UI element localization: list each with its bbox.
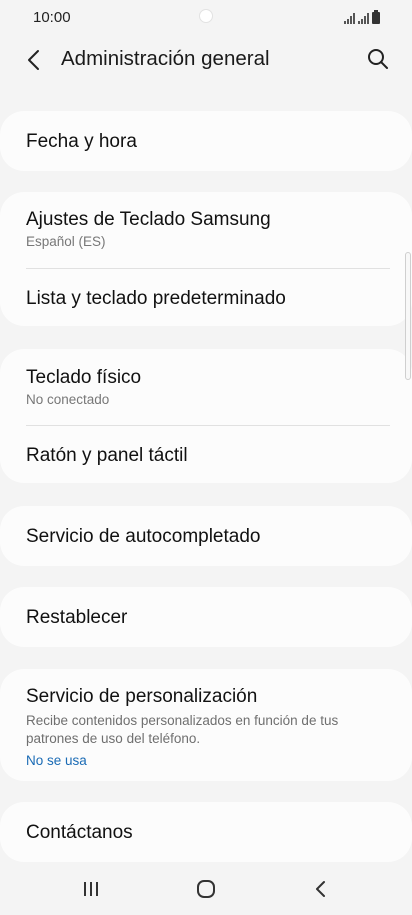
list-item-title: Restablecer xyxy=(26,607,128,628)
list-item-title: Ratón y panel táctil xyxy=(26,445,188,466)
camera-cutout xyxy=(199,9,213,23)
home-icon[interactable] xyxy=(192,875,220,903)
page-title: Administración general xyxy=(61,47,270,70)
list-item-subtitle: Español (ES) xyxy=(26,234,106,249)
scrollbar[interactable] xyxy=(405,252,411,380)
list-item-title: Lista y teclado predeterminado xyxy=(26,288,286,309)
recents-icon[interactable] xyxy=(77,875,105,903)
settings-screen: 10:00 Administración general Fecha y hor… xyxy=(0,0,412,915)
divider xyxy=(26,425,390,426)
list-item-status: No se usa xyxy=(26,753,87,768)
list-item-contactanos[interactable]: Contáctanos xyxy=(0,802,412,862)
list-item-title: Teclado físico xyxy=(26,367,142,388)
list-item-subtitle: No conectado xyxy=(26,392,110,407)
settings-group: Ajustes de Teclado Samsung Español (ES) … xyxy=(0,192,412,326)
back-icon[interactable] xyxy=(307,875,335,903)
signal-icon xyxy=(344,12,355,24)
list-item-teclado-samsung[interactable]: Ajustes de Teclado Samsung Español (ES) xyxy=(0,192,412,268)
chevron-left-icon[interactable] xyxy=(22,46,48,74)
status-icons xyxy=(344,10,380,24)
status-bar: 10:00 xyxy=(0,0,412,36)
list-item-title: Servicio de autocompletado xyxy=(26,526,261,547)
list-item-raton-panel-tactil[interactable]: Ratón y panel táctil xyxy=(0,425,412,483)
list-item-description: Recibe contenidos personalizados en func… xyxy=(26,713,339,746)
list-item-personalizacion[interactable]: Servicio de personalización Recibe conte… xyxy=(0,669,412,781)
status-time: 10:00 xyxy=(33,9,71,26)
app-bar: Administración general xyxy=(0,36,412,84)
settings-group: Restablecer xyxy=(0,587,412,647)
list-item-restablecer[interactable]: Restablecer xyxy=(0,587,412,647)
divider xyxy=(26,268,390,269)
list-item-teclado-predeterminado[interactable]: Lista y teclado predeterminado xyxy=(0,268,412,326)
settings-group: Fecha y hora xyxy=(0,111,412,171)
list-item-fecha-y-hora[interactable]: Fecha y hora xyxy=(0,111,412,171)
list-item-autocompletado[interactable]: Servicio de autocompletado xyxy=(0,506,412,566)
signal-icon xyxy=(358,12,369,24)
list-item-title: Servicio de personalización xyxy=(26,686,258,707)
list-item-title: Ajustes de Teclado Samsung xyxy=(26,209,271,230)
settings-group: Servicio de autocompletado xyxy=(0,506,412,566)
settings-group: Servicio de personalización Recibe conte… xyxy=(0,669,412,781)
settings-group: Teclado físico No conectado Ratón y pane… xyxy=(0,349,412,483)
list-item-teclado-fisico[interactable]: Teclado físico No conectado xyxy=(0,349,412,425)
list-item-title: Contáctanos xyxy=(26,822,133,843)
navigation-bar xyxy=(0,863,412,915)
search-icon[interactable] xyxy=(364,45,392,73)
battery-icon xyxy=(372,10,380,24)
list-item-title: Fecha y hora xyxy=(26,131,137,152)
settings-group: Contáctanos xyxy=(0,802,412,862)
